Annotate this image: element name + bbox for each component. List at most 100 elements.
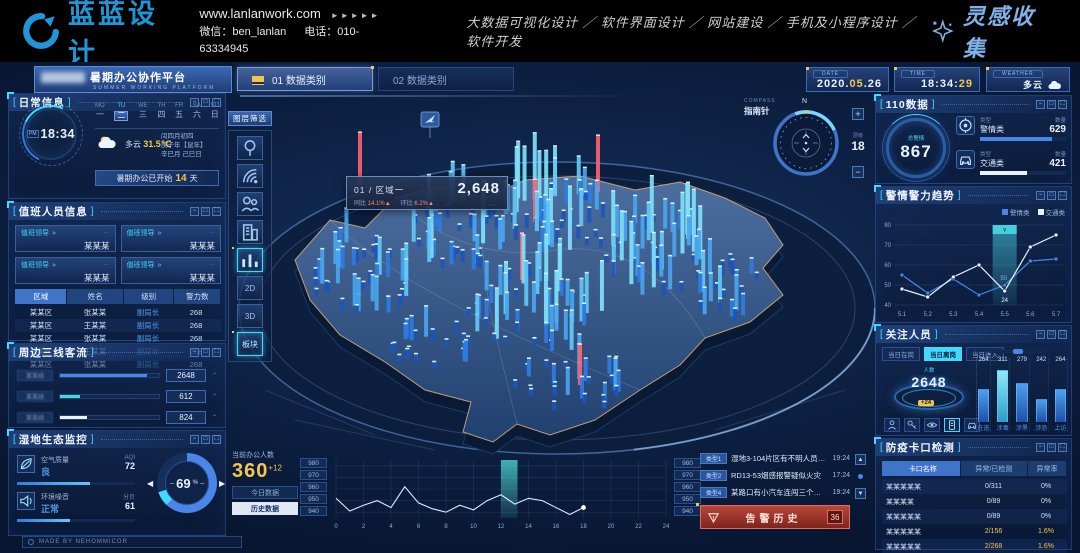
table-row[interactable]: 某某某某0/890% bbox=[882, 494, 1067, 509]
leaf-icon bbox=[18, 456, 34, 472]
detect-ratio: 0/89 bbox=[960, 513, 1027, 520]
expand-icon[interactable]: ⛶ bbox=[1058, 330, 1067, 339]
minimize-icon[interactable]: − bbox=[1036, 191, 1045, 200]
tab-data-category-2[interactable]: 02 数据类别 bbox=[378, 67, 514, 91]
group-icon[interactable] bbox=[237, 192, 263, 216]
alarm-row[interactable]: 类型4某路口有小汽车连闯三个红灯19:24 bbox=[700, 486, 850, 499]
alarm-row[interactable]: 类型2RD13-53烟感报警疑似火灾17:24 bbox=[700, 469, 850, 482]
expand-icon[interactable]: ⛶ bbox=[212, 207, 221, 216]
duty-leader-card[interactable]: 值班领导»···某某某 bbox=[121, 257, 222, 284]
expand-icon[interactable]: ⛶ bbox=[1058, 100, 1067, 109]
window-icon[interactable]: □ bbox=[1047, 191, 1056, 200]
focus-bar[interactable]: 242涉恐 bbox=[1035, 358, 1049, 432]
chart-icon[interactable] bbox=[237, 248, 263, 272]
eye-icon[interactable] bbox=[924, 418, 940, 432]
weekday-item[interactable]: TH四 bbox=[157, 102, 165, 121]
window-icon[interactable]: □ bbox=[201, 348, 210, 357]
scroll-up-icon[interactable]: ▲ bbox=[855, 454, 866, 465]
svg-text:70: 70 bbox=[884, 243, 891, 249]
today-data-button[interactable]: 今日数据 bbox=[232, 486, 298, 499]
duty-leader-card[interactable]: 值班领导»···某某某 bbox=[15, 257, 116, 284]
alarm-row[interactable]: 类型1湿地3-104片区有不明人员闯入19:24 bbox=[700, 452, 850, 465]
scroll-down-icon[interactable]: ▼ bbox=[855, 488, 866, 499]
weekday-item[interactable]: MO一 bbox=[95, 102, 105, 121]
chart-range-slider[interactable] bbox=[989, 350, 1045, 353]
expand-icon[interactable]: ⛶ bbox=[1058, 191, 1067, 200]
layer-button-板块[interactable]: 板块 bbox=[237, 332, 263, 356]
window-icon[interactable]: □ bbox=[1047, 330, 1056, 339]
weekday-item[interactable]: SU日 bbox=[211, 102, 219, 121]
badge-icon[interactable] bbox=[944, 418, 960, 432]
window-icon[interactable]: □ bbox=[201, 207, 210, 216]
table-row[interactable]: 某某某某某2/1561.6% bbox=[882, 524, 1067, 539]
masked-city-name bbox=[41, 72, 85, 83]
minimize-icon[interactable]: − bbox=[190, 348, 199, 357]
compass-dial[interactable] bbox=[770, 107, 842, 179]
history-data-button[interactable]: 历史数据 bbox=[232, 502, 298, 515]
wechat-contact: 微信：ben_lanlan bbox=[199, 26, 286, 38]
column-header[interactable]: 姓名 bbox=[67, 289, 122, 304]
expand-icon[interactable]: ⛶ bbox=[212, 348, 221, 357]
duty-leader-card[interactable]: 值班领导»···某某某 bbox=[121, 225, 222, 252]
focus-bar[interactable]: 279涉黑 bbox=[1015, 358, 1029, 432]
minimize-icon[interactable]: − bbox=[1036, 330, 1045, 339]
focus-bar[interactable]: 264在逃 bbox=[977, 358, 991, 432]
date-label: DATE bbox=[813, 70, 848, 78]
scroll-thumb[interactable] bbox=[858, 474, 863, 479]
zoom-in-button[interactable]: + bbox=[852, 108, 864, 120]
weekday-item[interactable]: WE三 bbox=[138, 102, 148, 121]
table-row[interactable]: 某某某某某2/2681.6% bbox=[882, 539, 1067, 553]
focus-bar[interactable]: 311涉毒 bbox=[996, 358, 1010, 432]
window-icon[interactable]: □ bbox=[1047, 100, 1056, 109]
column-header[interactable]: 区域 bbox=[15, 289, 66, 304]
pin-icon[interactable] bbox=[237, 136, 263, 160]
weekday-item[interactable]: TU二 bbox=[114, 102, 128, 121]
table-row[interactable]: 某某某某某0/890% bbox=[882, 509, 1067, 524]
column-header[interactable]: 卡口名称 bbox=[882, 461, 960, 476]
table-cell: 某某区 bbox=[15, 307, 67, 318]
focus-tab[interactable]: 当日在岗 bbox=[882, 347, 920, 361]
weekday-item[interactable]: FR五 bbox=[175, 102, 183, 121]
gauge-prev-arrow[interactable]: ◀ bbox=[147, 479, 153, 488]
office-count-label: 当前办公人数 bbox=[232, 450, 302, 460]
checkpoint-name: 某某某某某 bbox=[882, 527, 960, 537]
column-header[interactable]: 级别 bbox=[124, 289, 174, 304]
legend-item[interactable]: 交通类 bbox=[1038, 207, 1066, 217]
duty-leader-card[interactable]: 值班领导»···某某某 bbox=[15, 225, 116, 252]
brand-url[interactable]: www.lanlanwork.com bbox=[199, 6, 320, 21]
minimize-icon[interactable]: − bbox=[190, 207, 199, 216]
gauge-next-arrow[interactable]: ▶ bbox=[219, 479, 225, 488]
map-plane-marker[interactable] bbox=[421, 112, 439, 138]
table-row[interactable]: 某某区张某某副局长268 bbox=[15, 306, 221, 319]
cloud-icon bbox=[1047, 80, 1063, 90]
zoom-out-button[interactable]: − bbox=[852, 166, 864, 178]
column-header[interactable]: 异常率 bbox=[1028, 461, 1066, 476]
layer-button-3D[interactable]: 3D bbox=[237, 304, 263, 328]
window-icon[interactable]: □ bbox=[201, 435, 210, 444]
key-icon[interactable] bbox=[904, 418, 920, 432]
weekday-item[interactable]: SA六 bbox=[193, 102, 201, 121]
office-trend-chart[interactable]: 024681012141618202224 bbox=[332, 456, 670, 532]
expand-icon[interactable]: ⛶ bbox=[212, 435, 221, 444]
svg-text:5.3: 5.3 bbox=[949, 312, 958, 318]
role-label: 值班领导 bbox=[127, 228, 155, 238]
minimize-icon[interactable]: − bbox=[1036, 100, 1045, 109]
trend-line-chart[interactable]: 8070605040∨50245.15.25.35.45.55.65.7 bbox=[878, 217, 1070, 321]
column-header[interactable]: 警力数 bbox=[174, 289, 220, 304]
column-header[interactable]: 异常/已检测 bbox=[961, 461, 1028, 476]
table-row[interactable]: 某某某某某0/3110% bbox=[882, 479, 1067, 494]
layer-button-2D[interactable]: 2D bbox=[237, 276, 263, 300]
focus-tab[interactable]: 当日离岗 bbox=[924, 347, 962, 361]
minimize-icon[interactable]: − bbox=[190, 435, 199, 444]
tab-data-category-1[interactable]: 01 数据类别 bbox=[237, 67, 373, 91]
legend-item[interactable]: 警情类 bbox=[1002, 207, 1030, 217]
minimize-icon[interactable]: − bbox=[1036, 443, 1045, 452]
table-row[interactable]: 某某区王某某副局长268 bbox=[15, 319, 221, 332]
expand-icon[interactable]: ⛶ bbox=[1058, 443, 1067, 452]
user-icon[interactable] bbox=[884, 418, 900, 432]
window-icon[interactable]: □ bbox=[1047, 443, 1056, 452]
building-icon[interactable] bbox=[237, 220, 263, 244]
focus-bar[interactable]: 264上访 bbox=[1054, 358, 1068, 432]
alarm-history-button[interactable]: 告警历史 36 bbox=[700, 505, 850, 529]
signal-icon[interactable] bbox=[237, 164, 263, 188]
